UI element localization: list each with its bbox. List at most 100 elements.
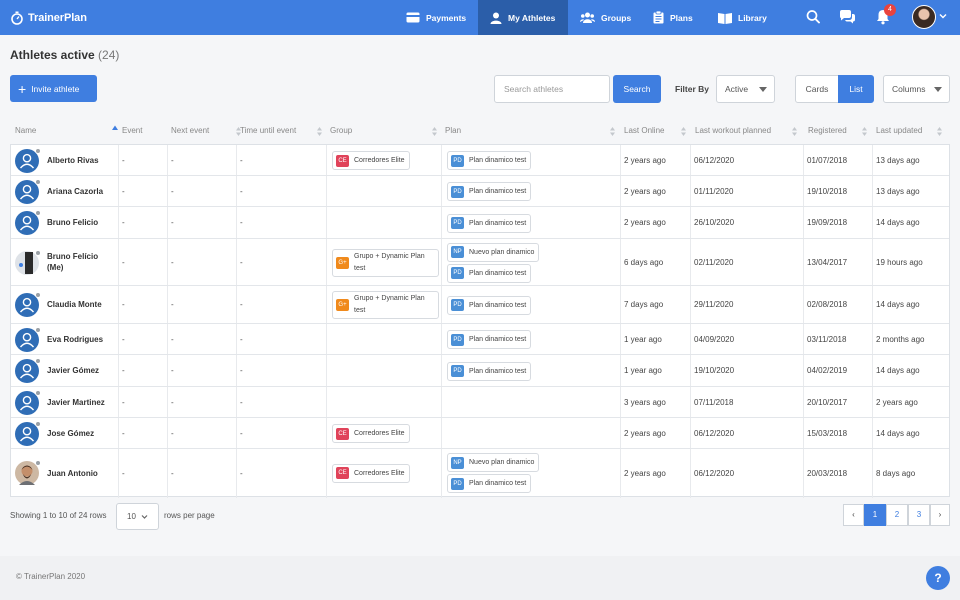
last-online-cell-text: 2 years ago — [624, 218, 666, 227]
group-chip[interactable]: CE Corredores Elite — [332, 151, 410, 170]
table-row[interactable]: Claudia Monte - - - G+ Grupo + Dynamic Plan t… — [11, 286, 949, 324]
chevron-down-icon[interactable] — [939, 12, 947, 20]
view-cards-button[interactable]: Cards — [795, 75, 839, 103]
table-row[interactable]: Bruno Felicio - - - PD Plan dinamico test 2 ye… — [11, 207, 949, 239]
table-row[interactable]: Bruno Felício (Me) - - - G+ Grupo + Dynamic P… — [11, 239, 949, 286]
page-next-button[interactable]: › — [930, 504, 950, 526]
page-3-button[interactable]: 3 — [908, 504, 930, 526]
athlete-name[interactable]: Bruno Felício (Me) — [47, 239, 115, 285]
next-event-cell-text: - — [171, 218, 174, 227]
next-event-cell-text: - — [171, 334, 174, 344]
header-plan[interactable]: Plan — [445, 121, 461, 141]
plan-chip[interactable]: PD Plan dinamico test — [447, 295, 532, 315]
columns-select[interactable]: Columns — [883, 75, 950, 103]
plan-chip[interactable]: PD Plan dinamico test — [447, 361, 532, 381]
plan-tag-badge: NP — [451, 246, 464, 258]
sort-icon — [937, 127, 942, 136]
plan-chip[interactable]: PD Plan dinamico test — [447, 182, 532, 201]
last-workout-cell: 19/10/2020 — [694, 355, 799, 386]
sort-icon — [432, 127, 437, 136]
invite-athlete-button[interactable]: + Invite athlete — [10, 75, 97, 102]
plan-chip[interactable]: PD Plan dinamico test — [447, 330, 532, 349]
sort-icon — [236, 127, 241, 136]
last-updated-cell-text: 14 days ago — [876, 218, 920, 227]
header-next-event[interactable]: Next event — [171, 121, 209, 141]
table-row[interactable]: Ariana Cazorla - - - PD Plan dinamico test 2 y… — [11, 176, 949, 207]
time-until-event-cell-text: - — [240, 366, 243, 375]
user-avatar[interactable] — [912, 5, 936, 29]
rows-per-page-select[interactable]: 10 — [116, 503, 159, 530]
nav-my-athletes[interactable]: My Athletes — [478, 0, 568, 35]
online-status-dot — [35, 389, 41, 396]
athlete-name-text: Juan Antonio — [47, 468, 98, 478]
registered-cell: 20/03/2018 — [807, 449, 869, 497]
plan-chip-label: Plan dinamico test — [469, 219, 527, 227]
plan-chip[interactable]: PD Plan dinamico test — [447, 151, 532, 170]
last-workout-cell: 07/11/2018 — [694, 387, 799, 417]
nav-payments[interactable]: Payments — [406, 0, 468, 35]
header-name[interactable]: Name — [15, 121, 118, 141]
athlete-name[interactable]: Eva Rodrigues — [47, 324, 115, 354]
header-time-until-event[interactable]: Time until event — [240, 121, 296, 141]
athlete-name[interactable]: Juan Antonio — [47, 449, 115, 497]
header-registered[interactable]: Registered — [808, 121, 847, 141]
last-online-cell-text: 1 year ago — [624, 366, 662, 375]
last-workout-cell: 06/12/2020 — [694, 449, 799, 497]
next-event-cell: - — [171, 449, 236, 497]
app-logo[interactable]: TrainerPlan — [10, 9, 87, 27]
table-row[interactable]: Alberto Rivas - - - CE Corredores Elite PD Plan… — [11, 145, 949, 176]
header-last-updated[interactable]: Last updated — [876, 121, 922, 141]
plan-tag-badge: PD — [451, 154, 464, 167]
athlete-name[interactable]: Bruno Felicio — [47, 207, 115, 238]
nav-plans-label: Plans — [670, 12, 693, 23]
filter-status-value: Active — [725, 84, 749, 94]
table-row[interactable]: Javier Gómez - - - PD Plan dinamico test 1 yea… — [11, 355, 949, 387]
group-chip[interactable]: CE Corredores Elite — [332, 424, 410, 443]
view-list-button[interactable]: List — [838, 75, 874, 103]
header-group[interactable]: Group — [330, 121, 352, 141]
help-button[interactable]: ? — [926, 566, 950, 590]
nav-groups[interactable]: Groups — [580, 0, 632, 35]
registered-cell: 04/02/2019 — [807, 355, 869, 386]
group-chip[interactable]: G+ Grupo + Dynamic Plan test — [332, 291, 439, 319]
nav-payments-label: Payments — [426, 12, 467, 23]
last-online-cell: 2 years ago — [624, 207, 690, 238]
group-chip[interactable]: CE Corredores Elite — [332, 463, 410, 483]
table-row[interactable]: Eva Rodrigues - - - PD Plan dinamico test 1 ye… — [11, 324, 949, 355]
last-online-cell: 6 days ago — [624, 239, 690, 285]
last-workout-cell: 26/10/2020 — [694, 207, 799, 238]
columns-label: Columns — [892, 84, 926, 94]
search-button[interactable]: Search — [613, 75, 661, 103]
plan-chip[interactable]: PD Plan dinamico test — [447, 213, 532, 233]
plan-chip[interactable]: PD Plan dinamico test — [447, 474, 532, 493]
time-until-event-cell-text: - — [240, 334, 243, 344]
athlete-name[interactable]: Alberto Rivas — [47, 145, 115, 175]
app-name: TrainerPlan — [28, 12, 87, 24]
search-athletes-input[interactable]: Search athletes — [494, 75, 610, 103]
header-last-online[interactable]: Last Online — [624, 121, 664, 141]
chat-icon[interactable] — [839, 9, 856, 25]
group-chip[interactable]: G+ Grupo + Dynamic Plan test — [332, 248, 439, 277]
page-2-button[interactable]: 2 — [886, 504, 908, 526]
plan-chip[interactable]: PD Plan dinamico test — [447, 263, 532, 283]
athlete-name[interactable]: Javier Martinez — [47, 387, 115, 417]
plan-chip[interactable]: NP Nuevo plan dinamico — [447, 242, 540, 262]
plan-chip[interactable]: NP Nuevo plan dinamico — [447, 453, 540, 472]
athlete-name[interactable]: Javier Gómez — [47, 355, 115, 386]
table-row[interactable]: Javier Martinez - - - 3 years ago 07/11/2018 2… — [11, 387, 949, 418]
athlete-name[interactable]: Jose Gómez — [47, 418, 115, 448]
athlete-name[interactable]: Ariana Cazorla — [47, 176, 115, 206]
nav-plans[interactable]: Plans — [653, 0, 697, 35]
filter-status-select[interactable]: Active — [716, 75, 775, 103]
time-until-event-cell-text: - — [240, 468, 243, 478]
athlete-name[interactable]: Claudia Monte — [47, 286, 115, 323]
header-event[interactable]: Event — [122, 121, 142, 141]
page-1-button[interactable]: 1 — [864, 504, 886, 526]
page-prev-button[interactable]: ‹ — [843, 504, 864, 526]
nav-library[interactable]: Library — [718, 0, 770, 35]
last-workout-cell-text: 06/12/2020 — [694, 155, 735, 165]
search-icon[interactable] — [806, 9, 820, 25]
table-row[interactable]: Juan Antonio - - - CE Corredores Elite NP Nuevo… — [11, 449, 949, 497]
table-row[interactable]: Jose Gómez - - - CE Corredores Elite 2 years a… — [11, 418, 949, 449]
header-last-workout[interactable]: Last workout planned — [695, 121, 771, 141]
